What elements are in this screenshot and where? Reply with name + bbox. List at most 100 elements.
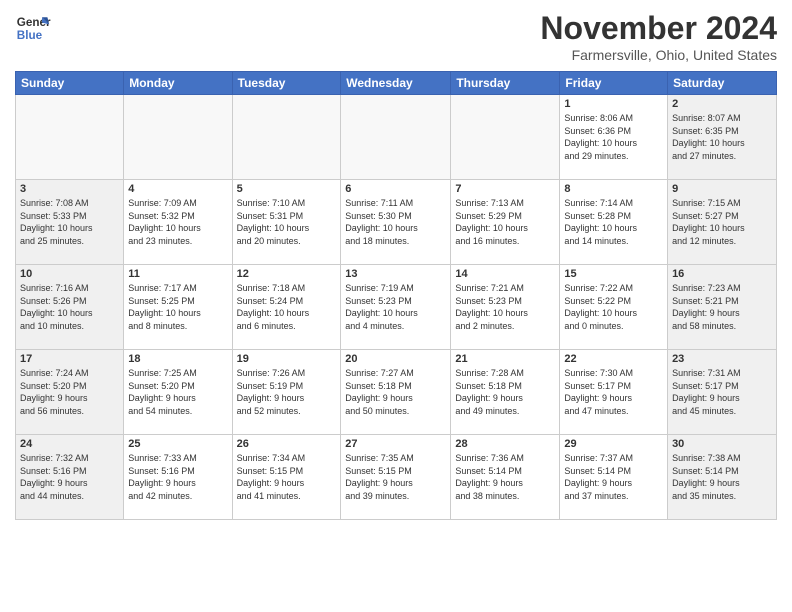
day-number: 25: [128, 438, 227, 450]
day-info: Sunrise: 7:36 AM Sunset: 5:14 PM Dayligh…: [455, 452, 555, 502]
day-info: Sunrise: 7:33 AM Sunset: 5:16 PM Dayligh…: [128, 452, 227, 502]
calendar-cell: 18Sunrise: 7:25 AM Sunset: 5:20 PM Dayli…: [124, 350, 232, 435]
weekday-header-friday: Friday: [560, 72, 668, 95]
calendar-cell: 26 Sunrise: 7:34 AM Sunset: 5:15 PM Dayli…: [232, 435, 341, 520]
calendar-cell: 11 Sunrise: 7:17 AM Sunset: 5:25 PM Dayli…: [124, 265, 232, 350]
week-row-1: 3Sunrise: 7:08 AM Sunset: 5:33 PM Daylig…: [16, 180, 777, 265]
day-info: Sunrise: 7:26 AM Sunset: 5:19 PM Dayligh…: [237, 367, 337, 417]
header: General Blue November 2024 Farmersville,…: [15, 10, 777, 63]
calendar-cell: 10 Sunrise: 7:16 AM Sunset: 5:26 PM Dayli…: [16, 265, 124, 350]
day-info: Sunrise: 7:10 AM Sunset: 5:31 PM Dayligh…: [237, 197, 337, 247]
day-info: Sunrise: 7:08 AM Sunset: 5:33 PM Dayligh…: [20, 197, 119, 247]
calendar-cell: 2Sunrise: 8:07 AM Sunset: 6:35 PM Daylig…: [668, 95, 777, 180]
day-number: 24: [20, 438, 119, 450]
calendar-cell: 12Sunrise: 7:18 AM Sunset: 5:24 PM Dayli…: [232, 265, 341, 350]
calendar-cell: 7 Sunrise: 7:13 AM Sunset: 5:29 PM Daylig…: [451, 180, 560, 265]
calendar-cell: 13 Sunrise: 7:19 AM Sunset: 5:23 PM Dayli…: [341, 265, 451, 350]
day-info: Sunrise: 7:16 AM Sunset: 5:26 PM Dayligh…: [20, 282, 119, 332]
day-number: 12: [237, 268, 337, 280]
weekday-header-monday: Monday: [124, 72, 232, 95]
calendar-cell: 8 Sunrise: 7:14 AM Sunset: 5:28 PM Daylig…: [560, 180, 668, 265]
page: General Blue November 2024 Farmersville,…: [0, 0, 792, 612]
month-title: November 2024: [540, 10, 777, 47]
day-info: Sunrise: 7:38 AM Sunset: 5:14 PM Dayligh…: [672, 452, 772, 502]
day-number: 9: [672, 183, 772, 195]
day-info: Sunrise: 7:35 AM Sunset: 5:15 PM Dayligh…: [345, 452, 446, 502]
logo-icon: General Blue: [15, 10, 51, 46]
day-number: 15: [564, 268, 663, 280]
day-info: Sunrise: 7:27 AM Sunset: 5:18 PM Dayligh…: [345, 367, 446, 417]
day-number: 16: [672, 268, 772, 280]
day-number: 22: [564, 353, 663, 365]
weekday-header-sunday: Sunday: [16, 72, 124, 95]
calendar-cell: 20 Sunrise: 7:27 AM Sunset: 5:18 PM Dayli…: [341, 350, 451, 435]
day-number: 11: [128, 268, 227, 280]
day-number: 23: [672, 353, 772, 365]
calendar-cell: 1Sunrise: 8:06 AM Sunset: 6:36 PM Daylig…: [560, 95, 668, 180]
day-info: Sunrise: 7:19 AM Sunset: 5:23 PM Dayligh…: [345, 282, 446, 332]
weekday-header-saturday: Saturday: [668, 72, 777, 95]
calendar-cell: 5Sunrise: 7:10 AM Sunset: 5:31 PM Daylig…: [232, 180, 341, 265]
weekday-header-wednesday: Wednesday: [341, 72, 451, 95]
day-info: Sunrise: 7:37 AM Sunset: 5:14 PM Dayligh…: [564, 452, 663, 502]
day-info: Sunrise: 7:34 AM Sunset: 5:15 PM Dayligh…: [237, 452, 337, 502]
day-info: Sunrise: 7:21 AM Sunset: 5:23 PM Dayligh…: [455, 282, 555, 332]
calendar-cell: 23 Sunrise: 7:31 AM Sunset: 5:17 PM Dayli…: [668, 350, 777, 435]
day-info: Sunrise: 7:30 AM Sunset: 5:17 PM Dayligh…: [564, 367, 663, 417]
day-number: 29: [564, 438, 663, 450]
day-number: 28: [455, 438, 555, 450]
calendar-cell: 28 Sunrise: 7:36 AM Sunset: 5:14 PM Dayli…: [451, 435, 560, 520]
day-info: Sunrise: 7:23 AM Sunset: 5:21 PM Dayligh…: [672, 282, 772, 332]
day-number: 7: [455, 183, 555, 195]
calendar-cell: 30 Sunrise: 7:38 AM Sunset: 5:14 PM Dayli…: [668, 435, 777, 520]
day-number: 18: [128, 353, 227, 365]
day-info: Sunrise: 7:13 AM Sunset: 5:29 PM Dayligh…: [455, 197, 555, 247]
calendar-cell: 22 Sunrise: 7:30 AM Sunset: 5:17 PM Dayli…: [560, 350, 668, 435]
day-info: Sunrise: 8:06 AM Sunset: 6:36 PM Dayligh…: [564, 112, 663, 162]
location: Farmersville, Ohio, United States: [540, 47, 777, 63]
calendar-cell: 27Sunrise: 7:35 AM Sunset: 5:15 PM Dayli…: [341, 435, 451, 520]
day-number: 10: [20, 268, 119, 280]
calendar-cell: 3Sunrise: 7:08 AM Sunset: 5:33 PM Daylig…: [16, 180, 124, 265]
calendar-cell: 24 Sunrise: 7:32 AM Sunset: 5:16 PM Dayli…: [16, 435, 124, 520]
weekday-header-tuesday: Tuesday: [232, 72, 341, 95]
day-number: 8: [564, 183, 663, 195]
calendar-cell: 25 Sunrise: 7:33 AM Sunset: 5:16 PM Dayli…: [124, 435, 232, 520]
day-number: 19: [237, 353, 337, 365]
day-number: 4: [128, 183, 227, 195]
day-info: Sunrise: 7:28 AM Sunset: 5:18 PM Dayligh…: [455, 367, 555, 417]
calendar-cell: 14 Sunrise: 7:21 AM Sunset: 5:23 PM Dayli…: [451, 265, 560, 350]
logo: General Blue: [15, 10, 51, 46]
calendar-cell: 16 Sunrise: 7:23 AM Sunset: 5:21 PM Dayli…: [668, 265, 777, 350]
day-number: 20: [345, 353, 446, 365]
weekday-header-thursday: Thursday: [451, 72, 560, 95]
day-info: Sunrise: 7:22 AM Sunset: 5:22 PM Dayligh…: [564, 282, 663, 332]
day-number: 17: [20, 353, 119, 365]
calendar-cell: 15 Sunrise: 7:22 AM Sunset: 5:22 PM Dayli…: [560, 265, 668, 350]
day-number: 30: [672, 438, 772, 450]
calendar-cell: [232, 95, 341, 180]
calendar-table: SundayMondayTuesdayWednesdayThursdayFrid…: [15, 71, 777, 520]
day-info: Sunrise: 7:15 AM Sunset: 5:27 PM Dayligh…: [672, 197, 772, 247]
day-info: Sunrise: 7:14 AM Sunset: 5:28 PM Dayligh…: [564, 197, 663, 247]
day-number: 26: [237, 438, 337, 450]
calendar-cell: 4 Sunrise: 7:09 AM Sunset: 5:32 PM Daylig…: [124, 180, 232, 265]
day-info: Sunrise: 7:24 AM Sunset: 5:20 PM Dayligh…: [20, 367, 119, 417]
day-info: Sunrise: 7:32 AM Sunset: 5:16 PM Dayligh…: [20, 452, 119, 502]
day-info: Sunrise: 7:17 AM Sunset: 5:25 PM Dayligh…: [128, 282, 227, 332]
week-row-2: 10 Sunrise: 7:16 AM Sunset: 5:26 PM Dayli…: [16, 265, 777, 350]
calendar-cell: 17 Sunrise: 7:24 AM Sunset: 5:20 PM Dayli…: [16, 350, 124, 435]
day-info: Sunrise: 8:07 AM Sunset: 6:35 PM Dayligh…: [672, 112, 772, 162]
day-info: Sunrise: 7:31 AM Sunset: 5:17 PM Dayligh…: [672, 367, 772, 417]
svg-text:Blue: Blue: [17, 29, 43, 42]
day-number: 14: [455, 268, 555, 280]
title-block: November 2024 Farmersville, Ohio, United…: [540, 10, 777, 63]
day-number: 13: [345, 268, 446, 280]
calendar-cell: 6 Sunrise: 7:11 AM Sunset: 5:30 PM Daylig…: [341, 180, 451, 265]
day-number: 6: [345, 183, 446, 195]
day-info: Sunrise: 7:11 AM Sunset: 5:30 PM Dayligh…: [345, 197, 446, 247]
day-info: Sunrise: 7:09 AM Sunset: 5:32 PM Dayligh…: [128, 197, 227, 247]
day-number: 21: [455, 353, 555, 365]
week-row-3: 17 Sunrise: 7:24 AM Sunset: 5:20 PM Dayli…: [16, 350, 777, 435]
week-row-0: 1Sunrise: 8:06 AM Sunset: 6:36 PM Daylig…: [16, 95, 777, 180]
